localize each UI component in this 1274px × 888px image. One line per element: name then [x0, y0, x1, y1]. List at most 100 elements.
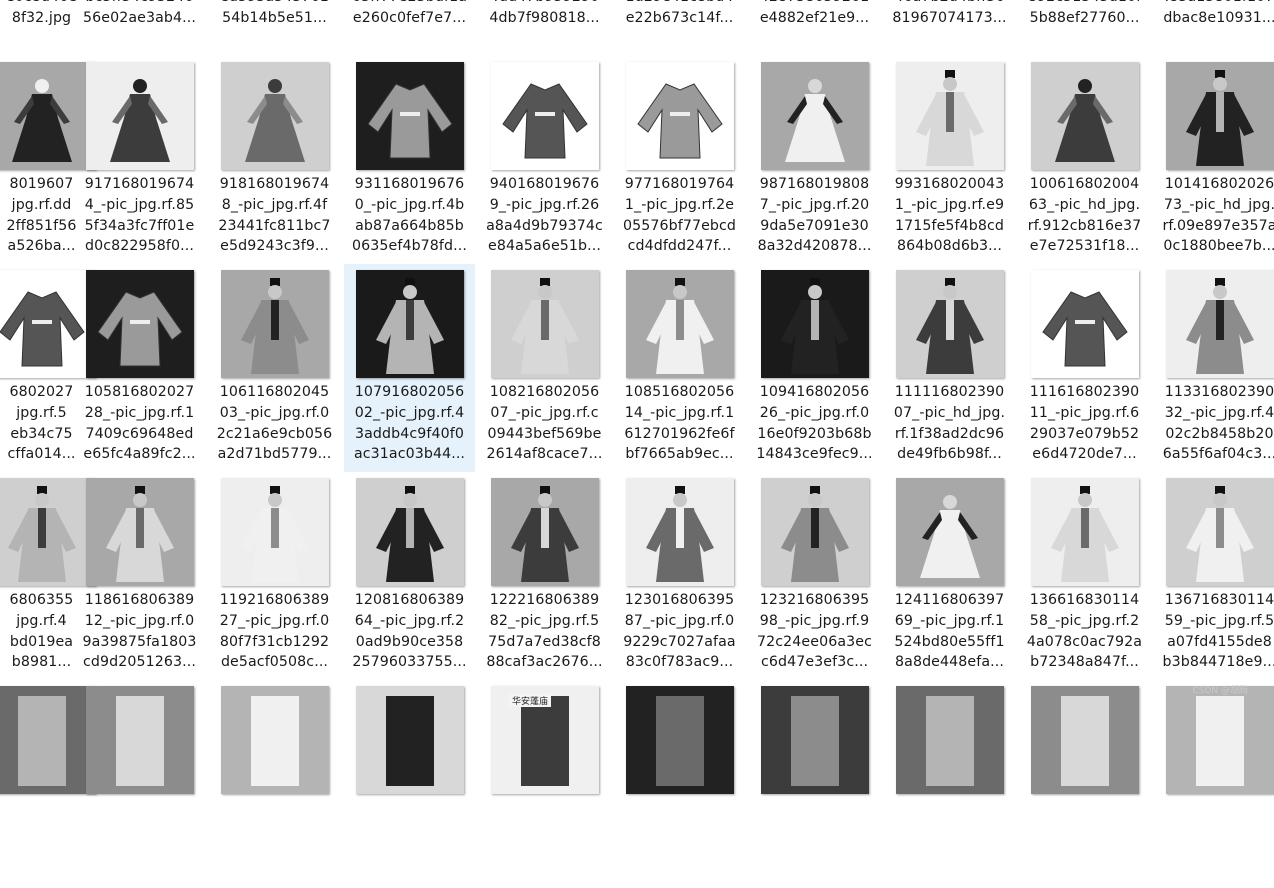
file-item[interactable]: 118616806389 12_-pic_jpg.rf.0 9a39875fa180… — [74, 472, 205, 680]
image-thumbnail[interactable] — [356, 478, 464, 586]
image-thumbnail[interactable] — [491, 62, 599, 170]
file-item[interactable]: 123216806395 98_-pic_jpg.rf.9 72c24ee06a3e… — [749, 472, 880, 680]
image-thumbnail[interactable] — [221, 270, 329, 378]
file-name-line: 524bd80e55ff1 — [894, 633, 1005, 650]
file-name-line: 612701962fe6f — [624, 425, 735, 442]
image-thumbnail[interactable] — [1166, 478, 1274, 586]
file-item[interactable]: 108516802056 14_-pic_jpg.rf.1 612701962fe6… — [614, 264, 745, 472]
file-item[interactable]: 108216802056 07_-pic_jpg.rf.c 09443bef569b… — [479, 264, 610, 472]
file-name-line: 7409c69648ed — [85, 425, 194, 442]
file-item[interactable]: 华安蓬庙 — [479, 680, 610, 888]
file-name-label: 918168019674 8_-pic_jpg.rf.4f 23441fc811bc… — [209, 174, 340, 257]
file-item[interactable]: 931168019676 0_-pic_jpg.rf.4b ab87a664b85b… — [344, 56, 475, 264]
image-thumbnail[interactable] — [1166, 62, 1274, 170]
image-thumbnail[interactable] — [1031, 478, 1139, 586]
file-item[interactable]: 100616802004 63_-pic_hd_jpg. rf.912cb816e3… — [1019, 56, 1150, 264]
file-name-line: e260c0fef7e7... — [352, 9, 467, 26]
image-thumbnail[interactable] — [896, 478, 1004, 586]
file-item[interactable] — [614, 680, 745, 888]
image-thumbnail[interactable] — [356, 62, 464, 170]
file-item[interactable]: 109416802056 26_-pic_jpg.rf.0 16e0f9203b68… — [749, 264, 880, 472]
image-thumbnail[interactable] — [86, 478, 194, 586]
file-item[interactable]: 993168020043 1_-pic_jpg.rf.e9 1715fe5f4b8c… — [884, 56, 1015, 264]
file-item[interactable]: 7_-pic_jpg.rf.5c892c51343d10f5b88ef27760… — [1019, 0, 1150, 56]
image-thumbnail[interactable] — [896, 62, 1004, 170]
file-name-line: rf.1f38ad2dc96 — [894, 425, 1005, 442]
file-name-label: 0_-pic_jpg.rf.4fed593a54376154b14b5e51..… — [209, 0, 340, 28]
image-thumbnail[interactable] — [761, 62, 869, 170]
file-item[interactable]: 111616802390 11_-pic_jpg.rf.6 29037e079b52… — [1019, 264, 1150, 472]
file-name-label: 3_-pic_hd_jpg..83a13801f107dbac8e10931..… — [1154, 0, 1274, 28]
image-thumbnail[interactable] — [356, 270, 464, 378]
image-thumbnail[interactable] — [221, 686, 329, 794]
image-thumbnail[interactable] — [221, 478, 329, 586]
image-thumbnail[interactable] — [761, 270, 869, 378]
image-thumbnail[interactable] — [896, 270, 1004, 378]
image-thumbnail[interactable] — [491, 478, 599, 586]
file-name-line: 27_-pic_jpg.rf.0 — [219, 612, 330, 629]
file-item[interactable] — [344, 680, 475, 888]
file-item[interactable]: 987168019808 7_-pic_jpg.rf.20 9da5e7091e30… — [749, 56, 880, 264]
file-name-label: 4_-pic_jpg.rf.3d63ff77e23bdf1ae260c0fef7… — [344, 0, 475, 28]
image-thumbnail[interactable] — [626, 686, 734, 794]
image-thumbnail[interactable] — [86, 62, 194, 170]
image-thumbnail[interactable] — [221, 62, 329, 170]
image-thumbnail[interactable] — [1031, 270, 1139, 378]
file-item[interactable]: 124116806397 69_-pic_jpg.rf.1 524bd80e55ff… — [884, 472, 1015, 680]
file-item[interactable]: 106116802045 03_-pic_jpg.rf.0 2c21a6e9cb05… — [209, 264, 340, 472]
file-item[interactable]: 123016806395 87_-pic_jpg.rf.0 9229c7027afa… — [614, 472, 745, 680]
file-item[interactable] — [1154, 680, 1274, 888]
file-item[interactable]: 918168019674 8_-pic_jpg.rf.4f 23441fc811bc… — [209, 56, 340, 264]
file-item[interactable]: 4_-pic_jpg.rf.3d63ff77e23bdf1ae260c0fef7… — [344, 0, 475, 56]
file-item[interactable]: 4_-pic_jpg.rf.47bc3ff34c9324656e02ae3ab4… — [74, 0, 205, 56]
image-thumbnail[interactable] — [1166, 270, 1274, 378]
image-thumbnail[interactable] — [761, 686, 869, 794]
file-item[interactable]: 917168019674 4_-pic_jpg.rf.85 5f34a3fc7ff0… — [74, 56, 205, 264]
image-thumbnail[interactable] — [1031, 62, 1139, 170]
file-name-line: 106116802045 — [219, 384, 330, 400]
file-item[interactable]: 136716830114 59_-pic_jpg.rf.5 a07fd4155de8… — [1154, 472, 1274, 680]
file-item[interactable]: 101416802026 73_-pic_hd_jpg. rf.09e897e357… — [1154, 56, 1274, 264]
file-item[interactable]: 1_-pic_jpg.rf.55428738639261e4882ef21e9.… — [749, 0, 880, 56]
file-item[interactable]: 119216806389 27_-pic_jpg.rf.0 80f7f31cb129… — [209, 472, 340, 680]
file-item[interactable]: 107916802056 02_-pic_jpg.rf.4 3addb4c9f40f… — [344, 264, 475, 472]
file-item[interactable] — [1019, 680, 1150, 888]
file-item[interactable]: 0_-pic_jpg.rf.4fed593a54376154b14b5e51..… — [209, 0, 340, 56]
file-item[interactable]: 3_-pic_hd_jpg..83a13801f107dbac8e10931..… — [1154, 0, 1274, 56]
file-name-label: 977168019764 1_-pic_jpg.rf.2e 05576bf77ebc… — [614, 174, 745, 257]
file-name-line: e7e72531f18... — [1029, 238, 1140, 255]
file-item[interactable]: 977168019764 1_-pic_jpg.rf.2e 05576bf77ebc… — [614, 56, 745, 264]
file-item[interactable]: 113316802390 32_-pic_jpg.rf.4 02c2b8458b20… — [1154, 264, 1274, 472]
file-item[interactable] — [884, 680, 1015, 888]
image-thumbnail[interactable] — [86, 270, 194, 378]
image-thumbnail[interactable] — [356, 686, 464, 794]
file-item[interactable] — [749, 680, 880, 888]
file-item[interactable]: 105816802027 28_-pic_jpg.rf.1 7409c69648ed… — [74, 264, 205, 472]
image-thumbnail[interactable] — [626, 270, 734, 378]
file-item[interactable]: 940168019676 9_-pic_jpg.rf.26 a8a4d9b79374… — [479, 56, 610, 264]
file-item[interactable] — [74, 680, 205, 888]
file-name-label: 122216806389 82_-pic_jpg.rf.5 75d7a7ed38cf… — [479, 590, 610, 673]
file-item[interactable]: 5_-pic_jpg.rf.731d29e41c8bd4e22b673c14f.… — [614, 0, 745, 56]
image-thumbnail[interactable] — [491, 270, 599, 378]
file-item[interactable]: 122216806389 82_-pic_jpg.rf.5 75d7a7ed38cf… — [479, 472, 610, 680]
file-item[interactable]: 3_-pic_jpg.rf.a14dd47b9592904db7f980818.… — [479, 0, 610, 56]
file-name-label: 108216802056 07_-pic_jpg.rf.c 09443bef569b… — [479, 382, 610, 465]
image-thumbnail[interactable] — [626, 478, 734, 586]
image-thumbnail[interactable] — [896, 686, 1004, 794]
image-thumbnail[interactable] — [626, 62, 734, 170]
image-thumbnail[interactable] — [1166, 686, 1274, 794]
file-name-line: 4_-pic_jpg.rf.85 — [84, 196, 195, 213]
file-name-line: 64_-pic_jpg.rf.2 — [354, 612, 465, 629]
file-name-line: 23441fc811bc7 — [218, 217, 331, 234]
file-item[interactable]: 136616830114 58_-pic_jpg.rf.2 4a078c0ac792… — [1019, 472, 1150, 680]
image-thumbnail[interactable] — [1031, 686, 1139, 794]
file-name-line: 123216806395 — [759, 592, 870, 608]
file-item[interactable]: 1_-pic_jpg.rf.8a46a7b2d4bff3681967074173… — [884, 0, 1015, 56]
image-thumbnail[interactable] — [86, 686, 194, 794]
image-thumbnail[interactable] — [761, 478, 869, 586]
file-item[interactable] — [209, 680, 340, 888]
file-item[interactable]: 120816806389 64_-pic_jpg.rf.2 0ad9b90ce358… — [344, 472, 475, 680]
file-item[interactable]: 111116802390 07_-pic_hd_jpg. rf.1f38ad2dc9… — [884, 264, 1015, 472]
file-name-line: 8a32d420878... — [757, 238, 872, 255]
